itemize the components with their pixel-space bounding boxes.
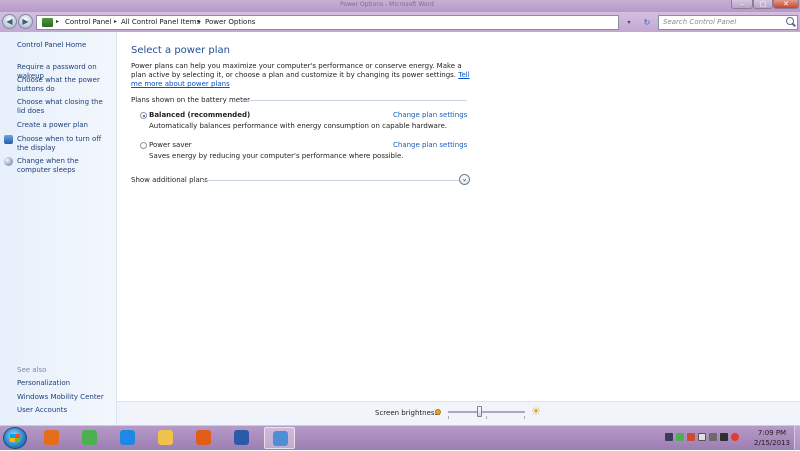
taskbar-button-internet-explorer[interactable] xyxy=(112,427,143,449)
back-button[interactable]: ◀ xyxy=(2,14,17,29)
search-icon[interactable] xyxy=(786,17,794,25)
group-divider xyxy=(241,100,467,101)
start-button[interactable] xyxy=(3,427,27,449)
internet-explorer-icon xyxy=(120,430,135,445)
balanced-plan-description: Automatically balances performance with … xyxy=(149,122,448,130)
moon-icon xyxy=(4,157,13,166)
brightness-slider-track[interactable] xyxy=(448,411,525,413)
expand-chevron-icon[interactable]: ⌄ xyxy=(459,174,470,185)
sidebar-item-closing-lid[interactable]: Choose what closing the lid does xyxy=(17,98,113,116)
chrome-icon xyxy=(82,430,97,445)
plans-group-label: Plans shown on the battery meter xyxy=(131,96,251,104)
media-player-icon xyxy=(44,430,59,445)
sidebar-item-control-panel-home[interactable]: Control Panel Home xyxy=(17,41,113,50)
minimize-button[interactable]: – xyxy=(731,0,753,9)
sidebar-item-turn-off-display[interactable]: Choose when to turn off the display xyxy=(17,135,113,153)
close-button[interactable]: ✕ xyxy=(773,0,799,9)
clock-date[interactable]: 2/15/2013 xyxy=(752,439,792,447)
show-additional-plans[interactable]: Show additional plans xyxy=(131,176,208,184)
power-saver-change-settings-link[interactable]: Change plan settings xyxy=(393,141,467,149)
clock-time[interactable]: 7:09 PM xyxy=(752,429,792,437)
power-saver-plan-description: Saves energy by reducing your computer's… xyxy=(149,152,404,160)
volume-icon[interactable] xyxy=(731,433,739,441)
balanced-change-settings-link[interactable]: Change plan settings xyxy=(393,111,467,119)
bright-brightness-icon: ☀ xyxy=(531,405,541,418)
navigation-bar: ◀ ▶ ▸ Control Panel ▸ All Control Panel … xyxy=(0,12,800,32)
breadcrumb-control-panel[interactable]: Control Panel xyxy=(65,18,111,26)
breadcrumb-power-options[interactable]: Power Options xyxy=(205,18,255,26)
address-dropdown-icon[interactable]: ▾ xyxy=(624,16,634,29)
breadcrumb-separator[interactable]: ▸ xyxy=(114,18,117,25)
brightness-bar: Screen brightness: ☀ xyxy=(117,401,800,425)
sidebar-item-mobility-center[interactable]: Windows Mobility Center xyxy=(17,393,113,402)
window-title: Power Options - Microsoft Word xyxy=(340,1,434,8)
taskbar: 7:09 PM 2/15/2013 xyxy=(0,425,800,451)
taskbar-button-chrome[interactable] xyxy=(74,427,105,449)
sidebar-item-power-buttons[interactable]: Choose what the power buttons do xyxy=(17,76,113,94)
additional-plans-divider xyxy=(203,180,459,181)
intro-text: Power plans can help you maximize your c… xyxy=(131,62,471,89)
sidebar-item-create-plan[interactable]: Create a power plan xyxy=(17,121,113,130)
sidebar-item-computer-sleeps[interactable]: Change when the computer sleeps xyxy=(17,157,113,175)
control-panel-icon xyxy=(42,18,53,27)
see-also-heading: See also xyxy=(17,366,47,374)
title-bar: Power Options - Microsoft Word – □ ✕ xyxy=(0,0,800,12)
taskbar-button-file-explorer[interactable] xyxy=(150,427,181,449)
dim-brightness-icon xyxy=(435,409,441,415)
action-center-flag-icon[interactable] xyxy=(687,433,695,441)
security-icon[interactable] xyxy=(676,433,684,441)
sidebar-item-user-accounts[interactable]: User Accounts xyxy=(17,406,113,415)
balanced-plan-name[interactable]: Balanced (recommended) xyxy=(149,111,250,119)
page-title: Select a power plan xyxy=(131,45,231,56)
breadcrumb-separator[interactable]: ▸ xyxy=(56,18,59,25)
monitor-icon xyxy=(4,135,13,144)
show-desktop-button[interactable] xyxy=(794,426,800,451)
slider-tick xyxy=(524,416,525,419)
forward-button[interactable]: ▶ xyxy=(18,14,33,29)
network-icon[interactable] xyxy=(665,433,673,441)
firefox-icon xyxy=(196,430,211,445)
breadcrumb-separator[interactable]: ▸ xyxy=(198,18,201,25)
intro-body: Power plans can help you maximize your c… xyxy=(131,62,462,79)
power-saver-radio[interactable] xyxy=(140,142,147,149)
search-input[interactable]: Search Control Panel xyxy=(663,18,736,26)
sidebar-item-personalization[interactable]: Personalization xyxy=(17,379,113,388)
power-icon[interactable] xyxy=(698,433,706,441)
wireless-icon[interactable] xyxy=(720,433,728,441)
refresh-icon[interactable]: ↻ xyxy=(640,16,654,29)
slider-tick xyxy=(486,416,487,419)
search-box[interactable]: Search Control Panel xyxy=(658,15,798,30)
word-icon xyxy=(234,430,249,445)
balanced-radio[interactable] xyxy=(140,112,147,119)
power-saver-plan-name[interactable]: Power saver xyxy=(149,141,192,149)
screen-brightness-label: Screen brightness: xyxy=(375,409,441,417)
breadcrumb-all-items[interactable]: All Control Panel Items xyxy=(121,18,200,26)
main-content: Select a power plan Power plans can help… xyxy=(117,32,800,401)
slider-tick xyxy=(448,416,449,419)
taskbar-button-word[interactable] xyxy=(226,427,257,449)
monitor-tray-icon[interactable] xyxy=(709,433,717,441)
taskbar-button-firefox[interactable] xyxy=(188,427,219,449)
brightness-slider-thumb[interactable] xyxy=(476,406,482,417)
sidebar: Control Panel Home Require a password on… xyxy=(0,32,117,425)
address-bar[interactable]: ▸ Control Panel ▸ All Control Panel Item… xyxy=(36,15,619,30)
maximize-button[interactable]: □ xyxy=(753,0,773,9)
file-explorer-icon xyxy=(158,430,173,445)
taskbar-button-media-player[interactable] xyxy=(36,427,67,449)
taskbar-button-control-panel[interactable] xyxy=(264,427,295,449)
control-panel-icon xyxy=(273,431,288,446)
